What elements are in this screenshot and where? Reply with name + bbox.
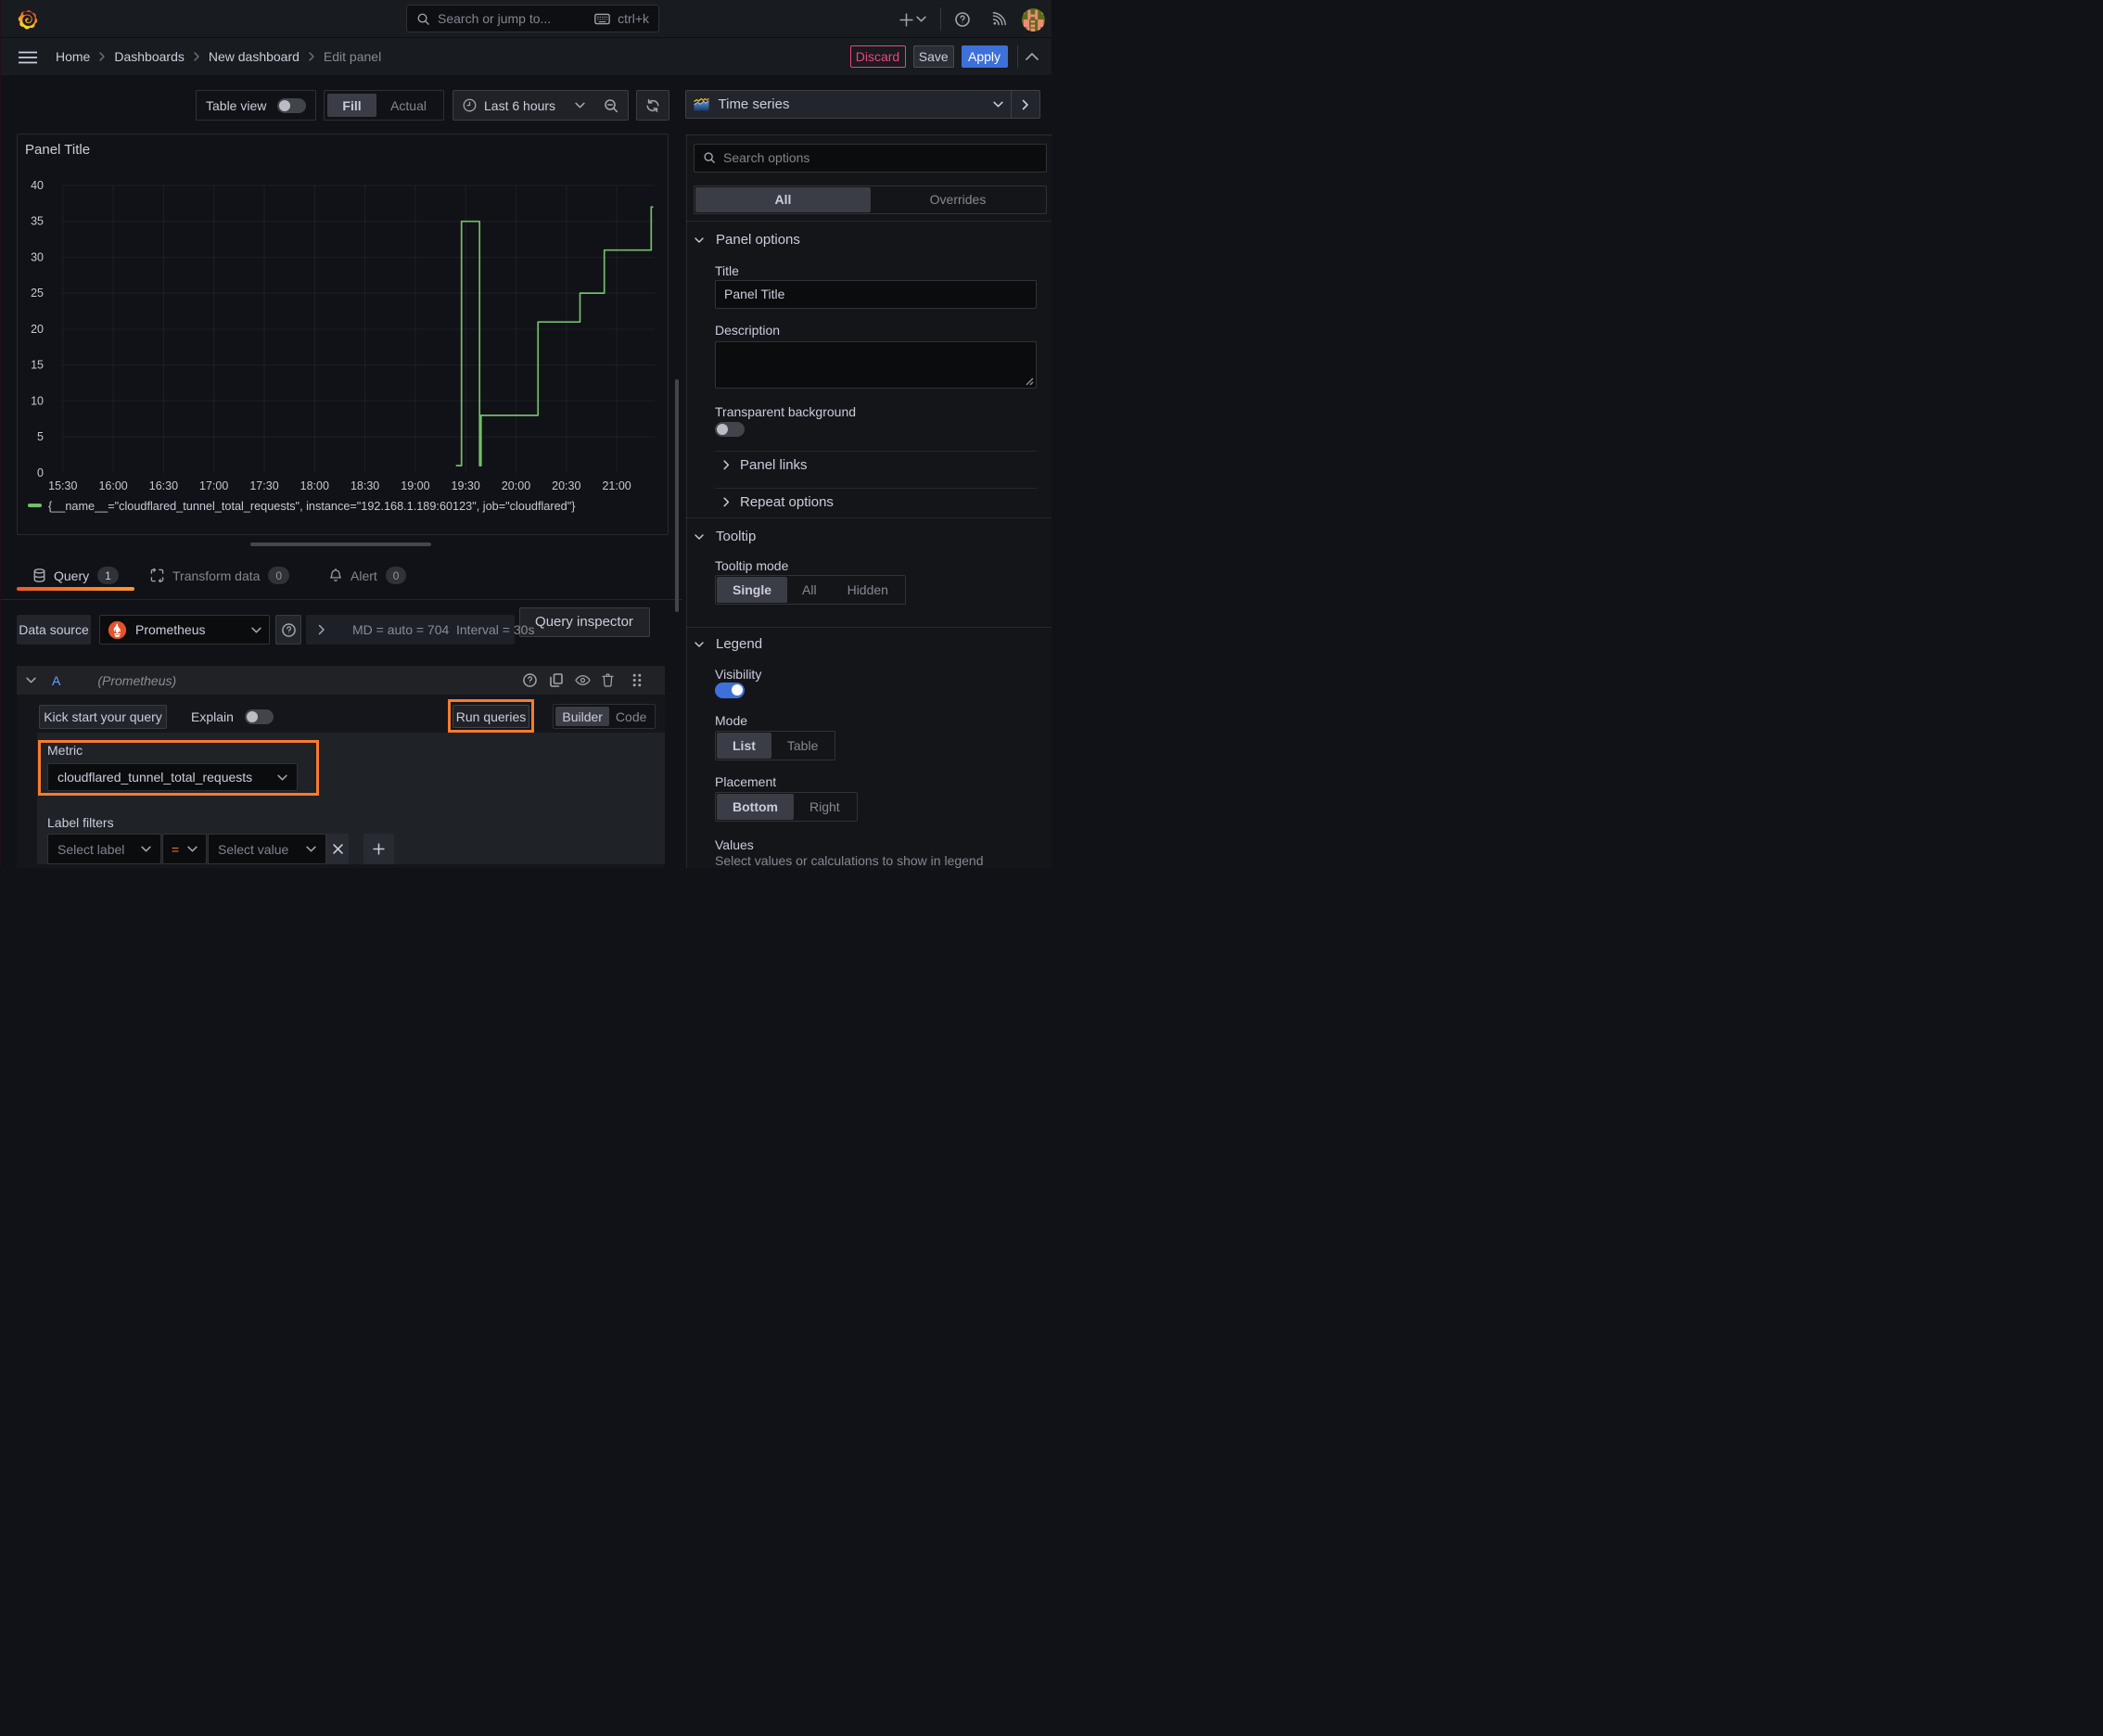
svg-text:18:00: 18:00 bbox=[300, 479, 329, 492]
svg-text:40: 40 bbox=[31, 179, 44, 192]
svg-text:5: 5 bbox=[37, 430, 44, 443]
svg-text:10: 10 bbox=[31, 394, 44, 407]
svg-text:19:30: 19:30 bbox=[452, 479, 480, 492]
svg-text:15:30: 15:30 bbox=[48, 479, 77, 492]
svg-text:20:30: 20:30 bbox=[552, 479, 580, 492]
svg-text:{__name__="cloudflared_tunnel_: {__name__="cloudflared_tunnel_total_requ… bbox=[48, 500, 576, 513]
svg-text:35: 35 bbox=[31, 215, 44, 228]
svg-text:21:00: 21:00 bbox=[602, 479, 631, 492]
svg-text:30: 30 bbox=[31, 250, 44, 263]
svg-text:16:30: 16:30 bbox=[149, 479, 178, 492]
svg-text:20:00: 20:00 bbox=[502, 479, 530, 492]
svg-text:17:00: 17:00 bbox=[199, 479, 228, 492]
svg-text:0: 0 bbox=[37, 466, 44, 479]
svg-text:19:00: 19:00 bbox=[401, 479, 429, 492]
svg-text:16:00: 16:00 bbox=[98, 479, 127, 492]
svg-text:20: 20 bbox=[31, 323, 44, 336]
svg-text:25: 25 bbox=[31, 287, 44, 300]
svg-text:15: 15 bbox=[31, 359, 44, 372]
svg-text:17:30: 17:30 bbox=[249, 479, 278, 492]
svg-text:18:30: 18:30 bbox=[350, 479, 379, 492]
